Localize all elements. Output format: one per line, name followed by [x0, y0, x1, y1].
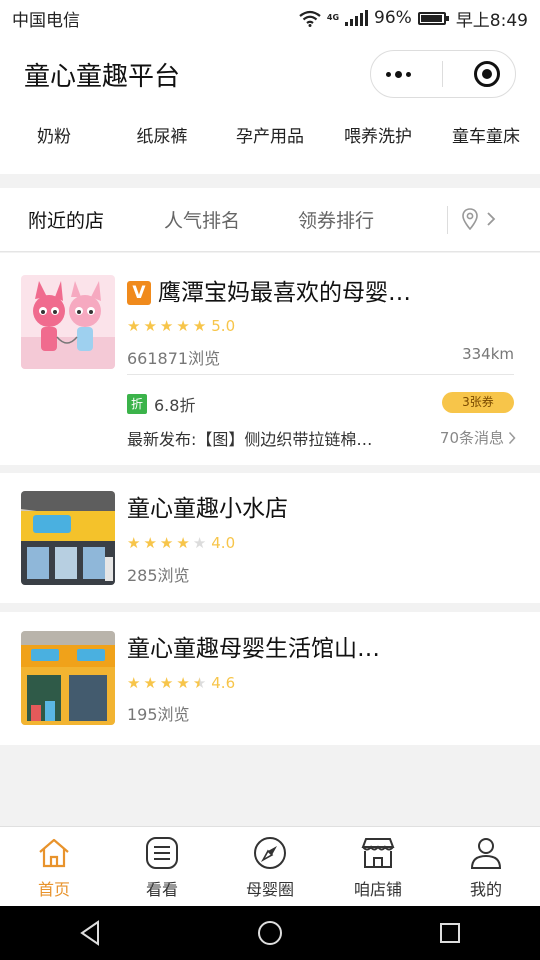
category-diapers[interactable]: 纸尿裤 — [108, 122, 216, 147]
tab-profile[interactable]: 我的 — [432, 827, 540, 906]
view-count: 285浏览 — [127, 566, 190, 585]
battery-icon — [417, 11, 449, 25]
messages-link[interactable]: 70条消息 — [440, 427, 516, 448]
rating-value: 5.0 — [211, 317, 236, 335]
half-star-icon: ★ — [192, 673, 207, 692]
star-icon: ★ — [127, 316, 141, 335]
shop-thumbnail — [21, 491, 115, 585]
vip-badge: V — [127, 281, 151, 305]
star-icon: ★ — [143, 316, 157, 335]
mini-program-capsule — [370, 50, 516, 98]
system-nav-bar — [0, 906, 540, 960]
view-count: 195浏览 — [127, 705, 190, 724]
chevron-right-icon — [508, 431, 516, 444]
tab-label: 看看 — [145, 880, 178, 899]
carrier-label: 中国电信 — [12, 10, 80, 31]
compass-icon — [254, 837, 286, 869]
card-divider — [127, 374, 514, 375]
tab-home[interactable]: 首页 — [0, 827, 108, 906]
messages-count: 70条消息 — [439, 429, 504, 447]
app-header: 童心童趣平台 — [0, 36, 540, 112]
category-strollers-cribs[interactable]: 童车童床 — [432, 122, 540, 147]
star-icon: ★ — [143, 533, 157, 552]
star-icon: ★ — [176, 673, 190, 692]
tab-community[interactable]: 母婴圈 — [216, 827, 324, 906]
location-button[interactable] — [462, 208, 496, 230]
discount-text: 6.8折 — [154, 396, 196, 415]
tab-label: 母婴圈 — [245, 880, 294, 899]
tab-label: 我的 — [469, 880, 502, 899]
rating-stars: ★ ★ ★ ★ ★ 5.0 — [127, 317, 235, 335]
tab-nearby[interactable]: 附近的店 — [28, 206, 104, 233]
recents-icon[interactable] — [438, 921, 462, 945]
tab-label: 咱店铺 — [353, 880, 402, 899]
shop-card[interactable]: 童心童趣小水店 ★ ★ ★ ★ ★ 4.0 285浏览 — [0, 473, 540, 603]
shop-name: 童心童趣母婴生活馆山… — [127, 636, 380, 662]
shop-name-text: 鹰潭宝妈最喜欢的母婴… — [158, 280, 411, 306]
signal-icon — [345, 10, 369, 26]
star-icon: ★ — [192, 316, 207, 335]
coupon-badge[interactable]: 3张券 — [442, 392, 514, 413]
category-bar: 奶粉 纸尿裤 孕产用品 喂养洗护 童车童床 — [0, 112, 540, 174]
star-icon: ★ — [192, 533, 207, 552]
shop-tabs: 附近的店 人气排名 领券排行 — [0, 188, 540, 252]
star-icon: ★ — [159, 316, 174, 335]
battery-percent: 96% — [374, 8, 412, 28]
capsule-divider — [441, 61, 443, 87]
distance: 334km — [462, 345, 514, 363]
rating-stars: ★ ★ ★ ★ ★ 4.0 — [127, 534, 235, 552]
user-icon — [470, 838, 502, 869]
home-icon — [39, 838, 69, 868]
category-feeding-care[interactable]: 喂养洗护 — [324, 122, 432, 147]
shop-card[interactable]: 童心童趣母婴生活馆山… ★ ★ ★ ★ ★ 4.6 195浏览 — [0, 612, 540, 745]
back-icon[interactable] — [78, 920, 102, 946]
store-icon — [361, 838, 395, 868]
shop-thumbnail — [21, 631, 115, 725]
clock: 早上8:49 — [455, 10, 528, 31]
page-title: 童心童趣平台 — [24, 61, 181, 92]
shop-thumbnail — [21, 275, 115, 369]
status-icons: 4G 96% 早上8:49 — [299, 6, 528, 31]
home-circle-icon[interactable] — [257, 920, 283, 946]
tab-store[interactable]: 咱店铺 — [324, 827, 432, 906]
tab-coupons[interactable]: 领券排行 — [298, 206, 374, 233]
category-milk-powder[interactable]: 奶粉 — [0, 122, 108, 147]
tab-browse[interactable]: 看看 — [108, 827, 216, 906]
tab-divider — [447, 206, 448, 234]
more-icon[interactable] — [386, 70, 412, 78]
shop-name: 童心童趣小水店 — [127, 496, 288, 522]
view-count: 661871浏览 — [127, 349, 221, 368]
shop-name: V 鹰潭宝妈最喜欢的母婴… — [127, 273, 411, 307]
shop-card[interactable]: V 鹰潭宝妈最喜欢的母婴… ★ ★ ★ ★ ★ 5.0 661871浏览 334k… — [0, 253, 540, 465]
list-icon — [146, 837, 178, 869]
category-maternity[interactable]: 孕产用品 — [216, 122, 324, 147]
battery-fill — [420, 14, 442, 22]
star-icon: ★ — [176, 533, 190, 552]
star-icon: ★ — [159, 673, 174, 692]
wifi-icon — [299, 10, 321, 27]
status-bar: 中国电信 4G 96% 早上8:49 — [0, 0, 540, 36]
rating-value: 4.0 — [211, 534, 236, 552]
latest-post[interactable]: 最新发布:【图】侧边织带拉链棉… — [127, 426, 372, 450]
discount-row: 折 6.8折 — [127, 392, 195, 416]
bottom-tab-bar: 首页 看看 母婴圈 咱店铺 我的 — [0, 826, 540, 906]
rating-stars: ★ ★ ★ ★ ★ 4.6 — [127, 674, 235, 692]
chevron-right-icon — [487, 212, 496, 226]
discount-icon: 折 — [127, 394, 147, 414]
star-icon: ★ — [176, 316, 190, 335]
rating-value: 4.6 — [211, 674, 236, 692]
target-icon[interactable] — [473, 61, 500, 87]
network-type-label: 4G — [326, 13, 340, 22]
tab-label: 首页 — [37, 880, 70, 899]
star-icon: ★ — [159, 533, 174, 552]
star-icon: ★ — [143, 673, 157, 692]
location-pin-icon — [462, 208, 478, 230]
star-icon: ★ — [127, 673, 141, 692]
tab-popularity[interactable]: 人气排名 — [164, 206, 240, 233]
star-icon: ★ — [127, 533, 141, 552]
